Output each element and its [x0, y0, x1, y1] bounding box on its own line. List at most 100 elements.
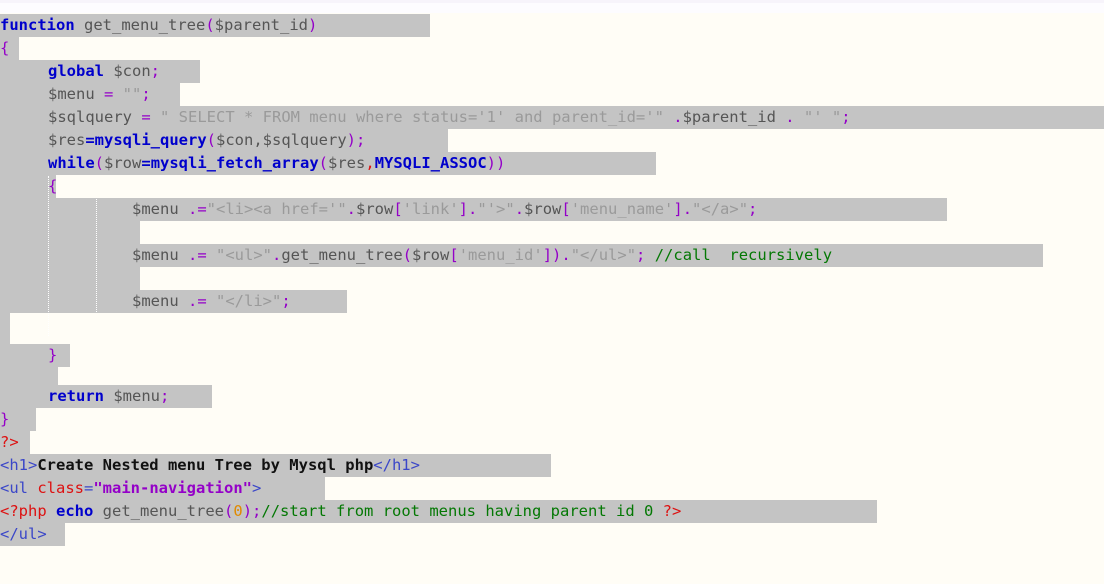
token-arg-res: $res: [328, 154, 366, 172]
code-line-1[interactable]: function get_menu_tree($parent_id): [0, 14, 317, 37]
token-semicolon: ;: [141, 85, 151, 103]
code-line-4[interactable]: $menu = "";: [48, 83, 151, 106]
token-concat-assign: .=: [188, 246, 207, 264]
code-line-22[interactable]: <ul class="main-navigation">: [0, 477, 261, 500]
code-line-2[interactable]: {: [0, 37, 9, 60]
code-line-19[interactable]: }: [0, 408, 9, 431]
code-line-24[interactable]: </ul>: [0, 523, 47, 546]
token-semicolon: ;: [252, 502, 262, 520]
code-line-3[interactable]: global $con;: [48, 60, 160, 83]
token-string-li-close: "</li>": [206, 292, 282, 310]
code-line-11[interactable]: $menu .= "<ul>".get_menu_tree($row['menu…: [132, 244, 832, 267]
token-keyword-while: while: [48, 154, 95, 172]
token-html-ul-open: <ul: [0, 479, 38, 497]
token-variable-menu: $menu: [48, 85, 104, 103]
token-comma: ,: [365, 154, 375, 172]
token-paren-open: (: [402, 246, 413, 264]
code-line-16[interactable]: }: [48, 344, 57, 367]
token-variable-parent-id: $parent_id: [682, 108, 776, 126]
token-attribute-class: class: [37, 479, 84, 497]
token-concat: .: [775, 108, 804, 126]
code-line-21[interactable]: <h1>Create Nested menu Tree by Mysql php…: [0, 454, 420, 477]
token-keyword-global: global: [48, 62, 104, 80]
token-assign: =: [141, 108, 151, 126]
code-line-13[interactable]: $menu .= "</li>";: [132, 290, 291, 313]
token-variable-row: $row: [412, 246, 450, 264]
token-variable-row: $row: [524, 200, 562, 218]
token-concat: .: [468, 200, 478, 218]
code-line-7[interactable]: while($row=mysqli_fetch_array($res,MYSQL…: [48, 152, 505, 175]
token-bracket-open: [: [393, 200, 403, 218]
token-paren-close: )): [486, 154, 506, 172]
code-line-6[interactable]: $res=mysqli_query($con,$sqlquery);: [48, 129, 365, 152]
token-heading-text: Create Nested menu Tree by Mysql php: [37, 456, 374, 474]
token-assign: =: [141, 154, 151, 172]
token-html-h1-open: <h1>: [0, 456, 38, 474]
token-attribute-value: "main-navigation": [93, 479, 252, 497]
token-concat: .: [663, 108, 683, 126]
token-semicolon: ;: [281, 292, 291, 310]
token-semicolon: ;: [150, 62, 161, 80]
indent-guide-2: [96, 199, 98, 312]
token-string-ul-open: "<ul>": [206, 246, 272, 264]
code-line-9[interactable]: $menu .="<li><a href='".$row['link']."'>…: [132, 198, 757, 221]
token-semicolon: ;: [356, 131, 366, 149]
token-bracket-close: ]: [673, 200, 683, 218]
token-variable-menu: $menu: [132, 246, 188, 264]
selection-highlight-line-12: [0, 267, 140, 290]
token-variable-con: $con: [104, 62, 151, 80]
code-line-18[interactable]: return $menu;: [48, 385, 169, 408]
token-parameter: $parent_id: [214, 16, 308, 34]
token-bracket-open: [: [561, 200, 571, 218]
token-function-get-menu-tree: get_menu_tree: [281, 246, 403, 264]
token-comment-start-root: //start from root menus having parent id…: [261, 502, 663, 520]
token-variable-menu: $menu: [104, 387, 160, 405]
token-string-sql: " SELECT * FROM menu where status='1' an…: [150, 108, 664, 126]
token-bracket-close: ]: [542, 246, 553, 264]
indent-guide-1: [48, 176, 50, 336]
token-php-close-tag: ?>: [0, 433, 19, 451]
token-semicolon: ;: [748, 200, 758, 218]
token-key-menu-id: 'menu_id': [458, 246, 543, 264]
token-brace-close: }: [48, 346, 58, 364]
token-bracket-open: [: [449, 246, 459, 264]
token-function-mysqli-fetch-array: mysqli_fetch_array: [150, 154, 319, 172]
token-brace-open: {: [0, 39, 10, 57]
token-keyword-return: return: [48, 387, 104, 405]
token-concat: .: [514, 200, 525, 218]
token-constant-mysqli-assoc: MYSQLI_ASSOC: [374, 154, 487, 172]
code-line-5[interactable]: $sqlquery = " SELECT * FROM menu where s…: [48, 106, 851, 129]
code-line-8[interactable]: {: [48, 175, 57, 198]
token-variable-menu: $menu: [132, 292, 188, 310]
token-comment-recursively: //call recursively: [645, 246, 833, 264]
token-string-tail: "' ": [803, 108, 842, 126]
token-arg-con: $con: [216, 131, 254, 149]
token-function-get-menu-tree: get_menu_tree: [102, 502, 224, 520]
token-paren-close: ): [242, 502, 253, 520]
code-line-20[interactable]: ?>: [0, 431, 19, 454]
token-string-empty: "": [113, 85, 142, 103]
code-line-23[interactable]: <?php echo get_menu_tree(0);//start from…: [0, 500, 681, 523]
token-html-ul-close: </ul>: [0, 525, 47, 543]
token-variable-row: $row: [356, 200, 394, 218]
code-editor-viewport: function get_menu_tree($parent_id) { glo…: [0, 0, 1104, 584]
token-paren-open: (: [224, 502, 234, 520]
token-assign: =: [104, 85, 114, 103]
token-bracket-close: ]: [458, 200, 469, 218]
token-paren-close: ): [552, 246, 562, 264]
token-paren-open: (: [318, 154, 329, 172]
token-string-quote-gt: "'>": [477, 200, 515, 218]
token-concat: .: [682, 200, 693, 218]
selection-highlight-line-10: [0, 221, 140, 244]
token-number-zero: 0: [233, 502, 243, 520]
token-variable-row: $row: [104, 154, 142, 172]
token-php-close-tag: ?>: [662, 502, 682, 520]
token-php-open-tag: <?php: [0, 502, 47, 520]
token-string-a-close: "</a>": [692, 200, 749, 218]
token-comma: ,: [253, 131, 263, 149]
token-assign: =: [84, 479, 94, 497]
token-string-li-open: "<li><a href='": [206, 200, 347, 218]
token-function-name: get_menu_tree: [84, 16, 206, 34]
token-function-mysqli-query: mysqli_query: [94, 131, 207, 149]
